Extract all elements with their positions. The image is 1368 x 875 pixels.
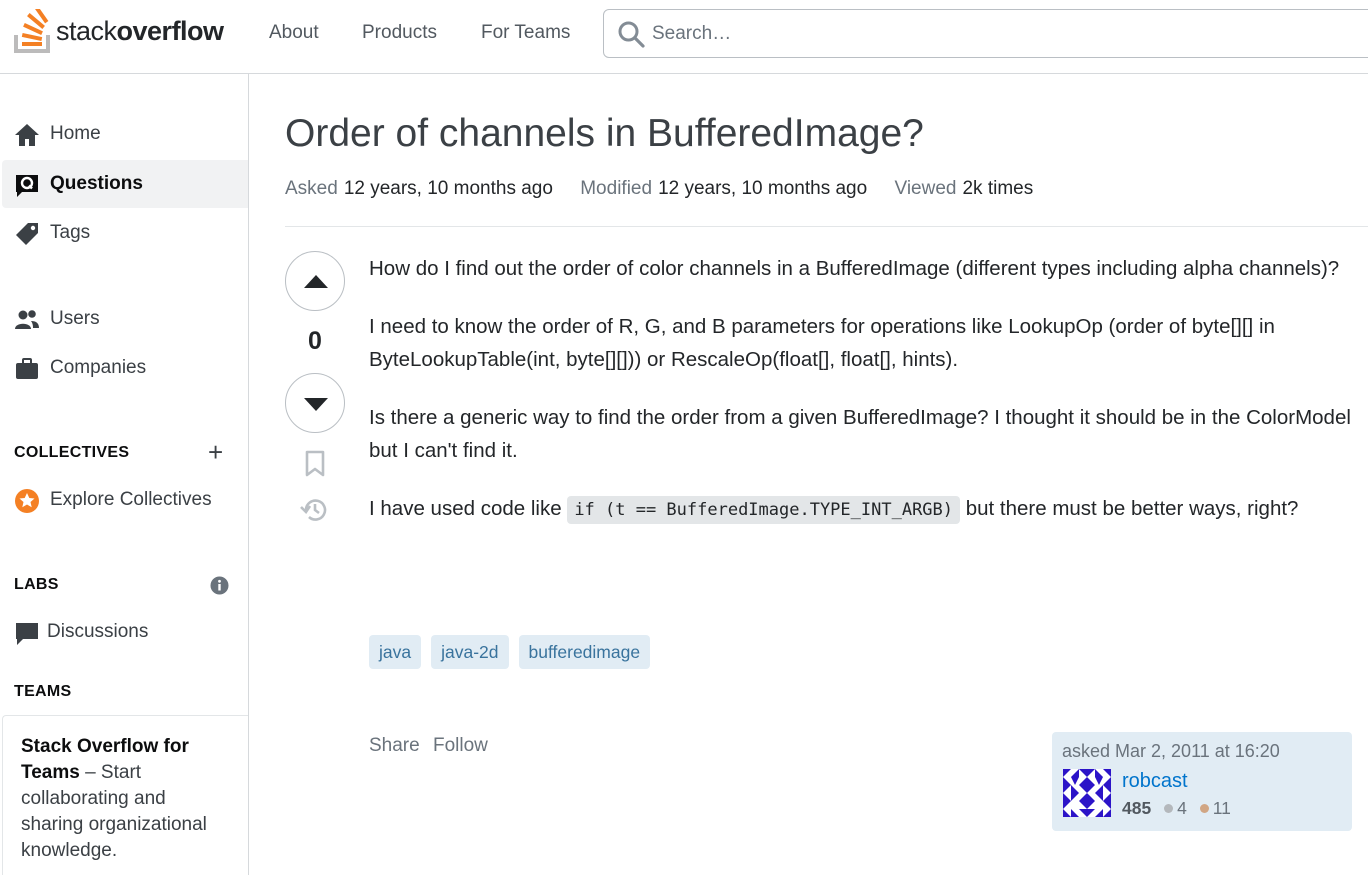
inline-code: if (t == BufferedImage.TYPE_INT_ARGB): [567, 495, 961, 524]
sidebar-item-label: Companies: [50, 357, 147, 378]
sidebar-item-companies[interactable]: Companies: [2, 344, 248, 392]
questions-icon: [16, 175, 38, 197]
owner-name-link[interactable]: robcast: [1122, 770, 1188, 793]
body-paragraph: I need to know the order of R, G, and B …: [369, 314, 1275, 372]
nav-products[interactable]: Products: [362, 22, 437, 44]
tag-icon: [16, 223, 38, 245]
vote-count: 0: [308, 327, 322, 355]
title-divider: [285, 226, 1368, 227]
logo-text: stackoverflow: [56, 15, 224, 46]
viewed-label: Viewed: [894, 178, 957, 199]
sidebar-item-label: Home: [50, 123, 101, 144]
upvote-button[interactable]: [285, 251, 345, 311]
sidebar-item-label: Users: [50, 308, 100, 329]
history-icon[interactable]: [299, 496, 329, 524]
question-title[interactable]: Order of channels in BufferedImage?: [285, 112, 924, 156]
tag-list: java java-2d bufferedimage: [369, 635, 651, 669]
sidebar-item-users[interactable]: Users: [2, 295, 248, 343]
post-actions: Share Follow: [369, 735, 496, 757]
nav-about[interactable]: About: [269, 22, 319, 44]
stackoverflow-logo[interactable]: stackoverflow: [14, 9, 224, 53]
sidebar-item-label: Tags: [50, 222, 91, 243]
collectives-heading: COLLECTIVES: [14, 444, 130, 461]
avatar[interactable]: [1063, 769, 1111, 817]
labs-heading: LABS: [14, 576, 59, 593]
tag-java[interactable]: java: [369, 635, 422, 669]
body-paragraph: I have used code like if (t == BufferedI…: [369, 492, 1354, 528]
teams-heading: TEAMS: [14, 683, 72, 700]
discussion-bubble-icon: [16, 623, 38, 645]
sidebar-item-label: Explore Collectives: [50, 489, 212, 510]
reputation-score: 485: [1122, 798, 1152, 818]
home-icon: [15, 124, 39, 146]
nav-for-teams[interactable]: For Teams: [481, 22, 570, 44]
arrow-down-icon: [304, 398, 328, 411]
bronze-badge-count: 11: [1212, 798, 1231, 818]
search-icon: [618, 21, 645, 48]
question-body: How do I find out the order of color cha…: [369, 252, 1354, 551]
add-collective-plus-icon[interactable]: +: [208, 439, 223, 465]
owner-card: asked Mar 2, 2011 at 16:20 robcast 485 4…: [1052, 732, 1352, 831]
sidebar-item-tags[interactable]: Tags: [2, 209, 248, 257]
sidebar-item-home[interactable]: Home: [2, 110, 248, 158]
owner-reputation: 485 4 11: [1122, 798, 1231, 819]
top-bar: stackoverflow About Products For Teams: [0, 0, 1368, 74]
asked-timestamp[interactable]: asked Mar 2, 2011 at 16:20: [1062, 741, 1280, 762]
sidebar-item-explore-collectives[interactable]: Explore Collectives: [2, 476, 248, 524]
modified-value[interactable]: 12 years, 10 months ago: [658, 178, 867, 199]
follow-button[interactable]: Follow: [433, 735, 488, 756]
arrow-up-icon: [304, 275, 328, 288]
body-paragraph: Is there a generic way to find the order…: [369, 405, 1351, 463]
teams-promo: Stack Overflow for Teams – Start collabo…: [2, 715, 248, 875]
tag-bufferedimage[interactable]: bufferedimage: [518, 635, 651, 669]
search-box[interactable]: [603, 9, 1368, 58]
sidebar-item-discussions[interactable]: Discussions: [2, 608, 248, 656]
modified-label: Modified: [580, 178, 653, 199]
bookmark-icon[interactable]: [303, 450, 327, 478]
sidebar-item-label: Discussions: [47, 621, 149, 642]
briefcase-icon: [16, 358, 38, 379]
silver-badge-count: 4: [1177, 798, 1187, 818]
viewed-value: 2k times: [962, 178, 1034, 199]
info-icon[interactable]: [210, 576, 229, 595]
asked-value: 12 years, 10 months ago: [343, 178, 553, 199]
sidebar-item-label: Questions: [50, 173, 143, 194]
collectives-icon: [15, 489, 39, 513]
share-link[interactable]: Share: [369, 735, 420, 756]
stackoverflow-logo-icon: [14, 9, 50, 53]
question-meta: Asked 12 years, 10 months ago Modified 12 …: [285, 178, 1055, 200]
bronze-badge-icon: [1199, 804, 1209, 813]
silver-badge-icon: [1164, 804, 1174, 813]
users-icon: [15, 310, 39, 329]
downvote-button[interactable]: [285, 373, 345, 433]
search-input[interactable]: [652, 18, 1352, 50]
left-sidebar: Home Questions Tags Users Companies COLL…: [0, 74, 249, 875]
tag-java-2d[interactable]: java-2d: [431, 635, 509, 669]
body-paragraph: How do I find out the order of color cha…: [369, 257, 1340, 280]
sidebar-item-questions[interactable]: Questions: [2, 160, 248, 208]
asked-label: Asked: [285, 178, 338, 199]
